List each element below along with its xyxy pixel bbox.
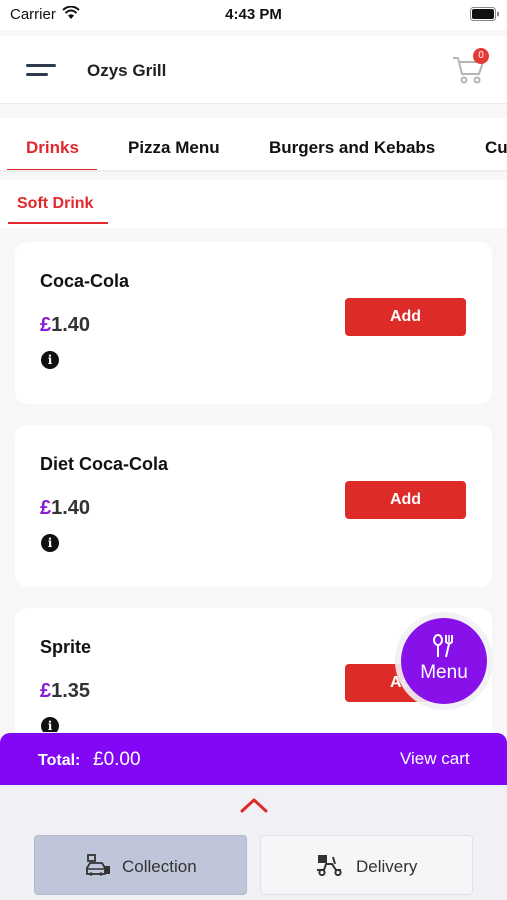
product-name: Sprite — [40, 637, 92, 657]
active-subtab-indicator — [8, 222, 108, 224]
total-value: £0.00 — [93, 749, 141, 770]
product-card: Diet Coca-Cola £1.40 i Add — [15, 425, 492, 587]
info-icon[interactable]: i — [41, 534, 59, 552]
currency-symbol: £ — [40, 680, 52, 702]
currency-symbol: £ — [40, 497, 52, 519]
product-card: Coca-Cola £1.40 i Add — [15, 242, 492, 404]
tab-drinks[interactable]: Drinks — [26, 138, 79, 158]
collection-car-icon — [86, 854, 110, 876]
category-tabs: Drinks Pizza Menu Burgers and Kebabs Cu — [0, 118, 507, 172]
active-tab-indicator — [7, 169, 97, 170]
subtab-soft-drink[interactable]: Soft Drink — [17, 195, 93, 213]
view-cart-link[interactable]: View cart — [400, 749, 470, 769]
hamburger-menu-icon[interactable] — [26, 62, 58, 80]
total-label: Total: — [38, 752, 81, 769]
subcategory-tabs: Soft Drink — [0, 180, 507, 228]
tab-pizza-menu[interactable]: Pizza Menu — [128, 138, 220, 158]
cutlery-icon — [433, 634, 453, 658]
product-price: £1.40 — [40, 497, 90, 520]
app-header: Ozys Grill — [0, 36, 507, 104]
info-icon[interactable]: i — [41, 351, 59, 369]
delivery-button[interactable]: Delivery — [260, 835, 473, 895]
status-bar: Carrier 4:43 PM — [0, 0, 507, 30]
product-price: £1.35 — [40, 680, 90, 703]
cart-count-badge: 0 — [473, 48, 489, 64]
cart-total-bar: Total: £0.00 View cart — [0, 733, 507, 785]
product-name: Coca-Cola — [40, 271, 130, 291]
product-price: £1.40 — [40, 314, 90, 337]
battery-icon — [470, 7, 499, 21]
menu-fab-button[interactable]: Menu — [401, 618, 487, 704]
add-button[interactable]: Add — [345, 481, 466, 519]
delivery-label: Delivery — [356, 857, 418, 876]
add-button[interactable]: Add — [345, 298, 466, 336]
collection-label: Collection — [122, 857, 197, 876]
menu-fab-label: Menu — [420, 662, 468, 683]
price-value: 1.40 — [51, 497, 91, 519]
order-mode-panel: Collection Delivery — [0, 785, 507, 900]
currency-symbol: £ — [40, 314, 52, 336]
product-name: Diet Coca-Cola — [40, 454, 169, 474]
clock: 4:43 PM — [225, 6, 282, 23]
tab-cu[interactable]: Cu — [485, 138, 507, 158]
info-icon[interactable]: i — [41, 717, 59, 732]
tab-burgers-and-kebabs[interactable]: Burgers and Kebabs — [269, 138, 435, 158]
shop-title: Ozys Grill — [87, 61, 167, 80]
price-value: 1.40 — [51, 314, 91, 336]
chevron-up-icon[interactable] — [240, 797, 268, 813]
price-value: 1.35 — [51, 680, 91, 702]
delivery-scooter-icon — [317, 855, 342, 876]
collection-button[interactable]: Collection — [34, 835, 247, 895]
